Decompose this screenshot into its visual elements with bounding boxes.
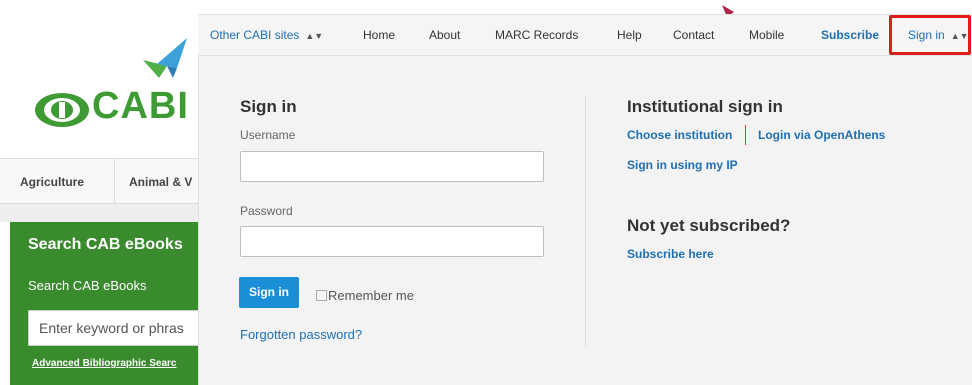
nav-subscribe[interactable]: Subscribe	[821, 15, 879, 55]
subscribe-here-link[interactable]: Subscribe here	[627, 247, 714, 261]
search-panel: Search CAB eBooks Search CAB eBooks Ente…	[10, 222, 208, 385]
column-divider	[585, 96, 586, 346]
category-nav: Agriculture Animal & V	[0, 158, 200, 205]
sign-in-button[interactable]: Sign in	[239, 277, 299, 308]
institutional-signin-heading: Institutional sign in	[627, 97, 783, 116]
cabi-logo[interactable]: CABI	[0, 0, 200, 155]
nav-home[interactable]: Home	[363, 15, 395, 55]
nav-help[interactable]: Help	[617, 15, 642, 55]
nav-item-agriculture[interactable]: Agriculture	[20, 159, 84, 205]
nav-contact[interactable]: Contact	[673, 15, 714, 55]
nav-about[interactable]: About	[429, 15, 460, 55]
separator-band	[0, 204, 200, 222]
search-panel-subtitle: Search CAB eBooks	[28, 278, 147, 293]
username-field[interactable]	[240, 151, 544, 182]
link-separator	[745, 125, 746, 145]
search-panel-title: Search CAB eBooks	[28, 236, 183, 253]
remember-me-label: Remember me	[328, 288, 414, 303]
forgotten-password-link[interactable]: Forgotten password?	[240, 327, 362, 342]
choose-institution-link[interactable]: Choose institution	[627, 128, 732, 142]
top-navbar: Other CABI sites ▲▼ Home About MARC Recor…	[198, 14, 972, 56]
remember-me-checkbox[interactable]	[316, 290, 327, 301]
updown-caret-icon: ▲▼	[305, 31, 324, 41]
nav-item-animal[interactable]: Animal & V	[129, 159, 192, 205]
bird-icon	[143, 38, 187, 78]
remember-me-option[interactable]: Remember me	[316, 288, 414, 303]
password-field[interactable]	[240, 226, 544, 257]
sign-in-highlight-box	[889, 15, 971, 55]
nav-divider	[114, 159, 115, 205]
nav-marc-records[interactable]: MARC Records	[495, 15, 578, 55]
search-input[interactable]: Enter keyword or phras	[28, 310, 208, 346]
nav-mobile[interactable]: Mobile	[749, 15, 784, 55]
password-label: Password	[240, 204, 293, 218]
other-cabi-sites-menu[interactable]: Other CABI sites ▲▼	[210, 15, 323, 55]
cabi-emblem-icon	[35, 93, 89, 127]
not-subscribed-heading: Not yet subscribed?	[627, 216, 791, 235]
signin-heading: Sign in	[240, 97, 297, 116]
advanced-search-link[interactable]: Advanced Bibliographic Searc	[32, 358, 177, 369]
sign-in-ip-link[interactable]: Sign in using my IP	[627, 158, 738, 172]
other-sites-label: Other CABI sites	[210, 28, 300, 42]
username-label: Username	[240, 128, 296, 142]
brand-text: CABI	[92, 85, 189, 127]
openathens-login-link[interactable]: Login via OpenAthens	[758, 128, 885, 142]
